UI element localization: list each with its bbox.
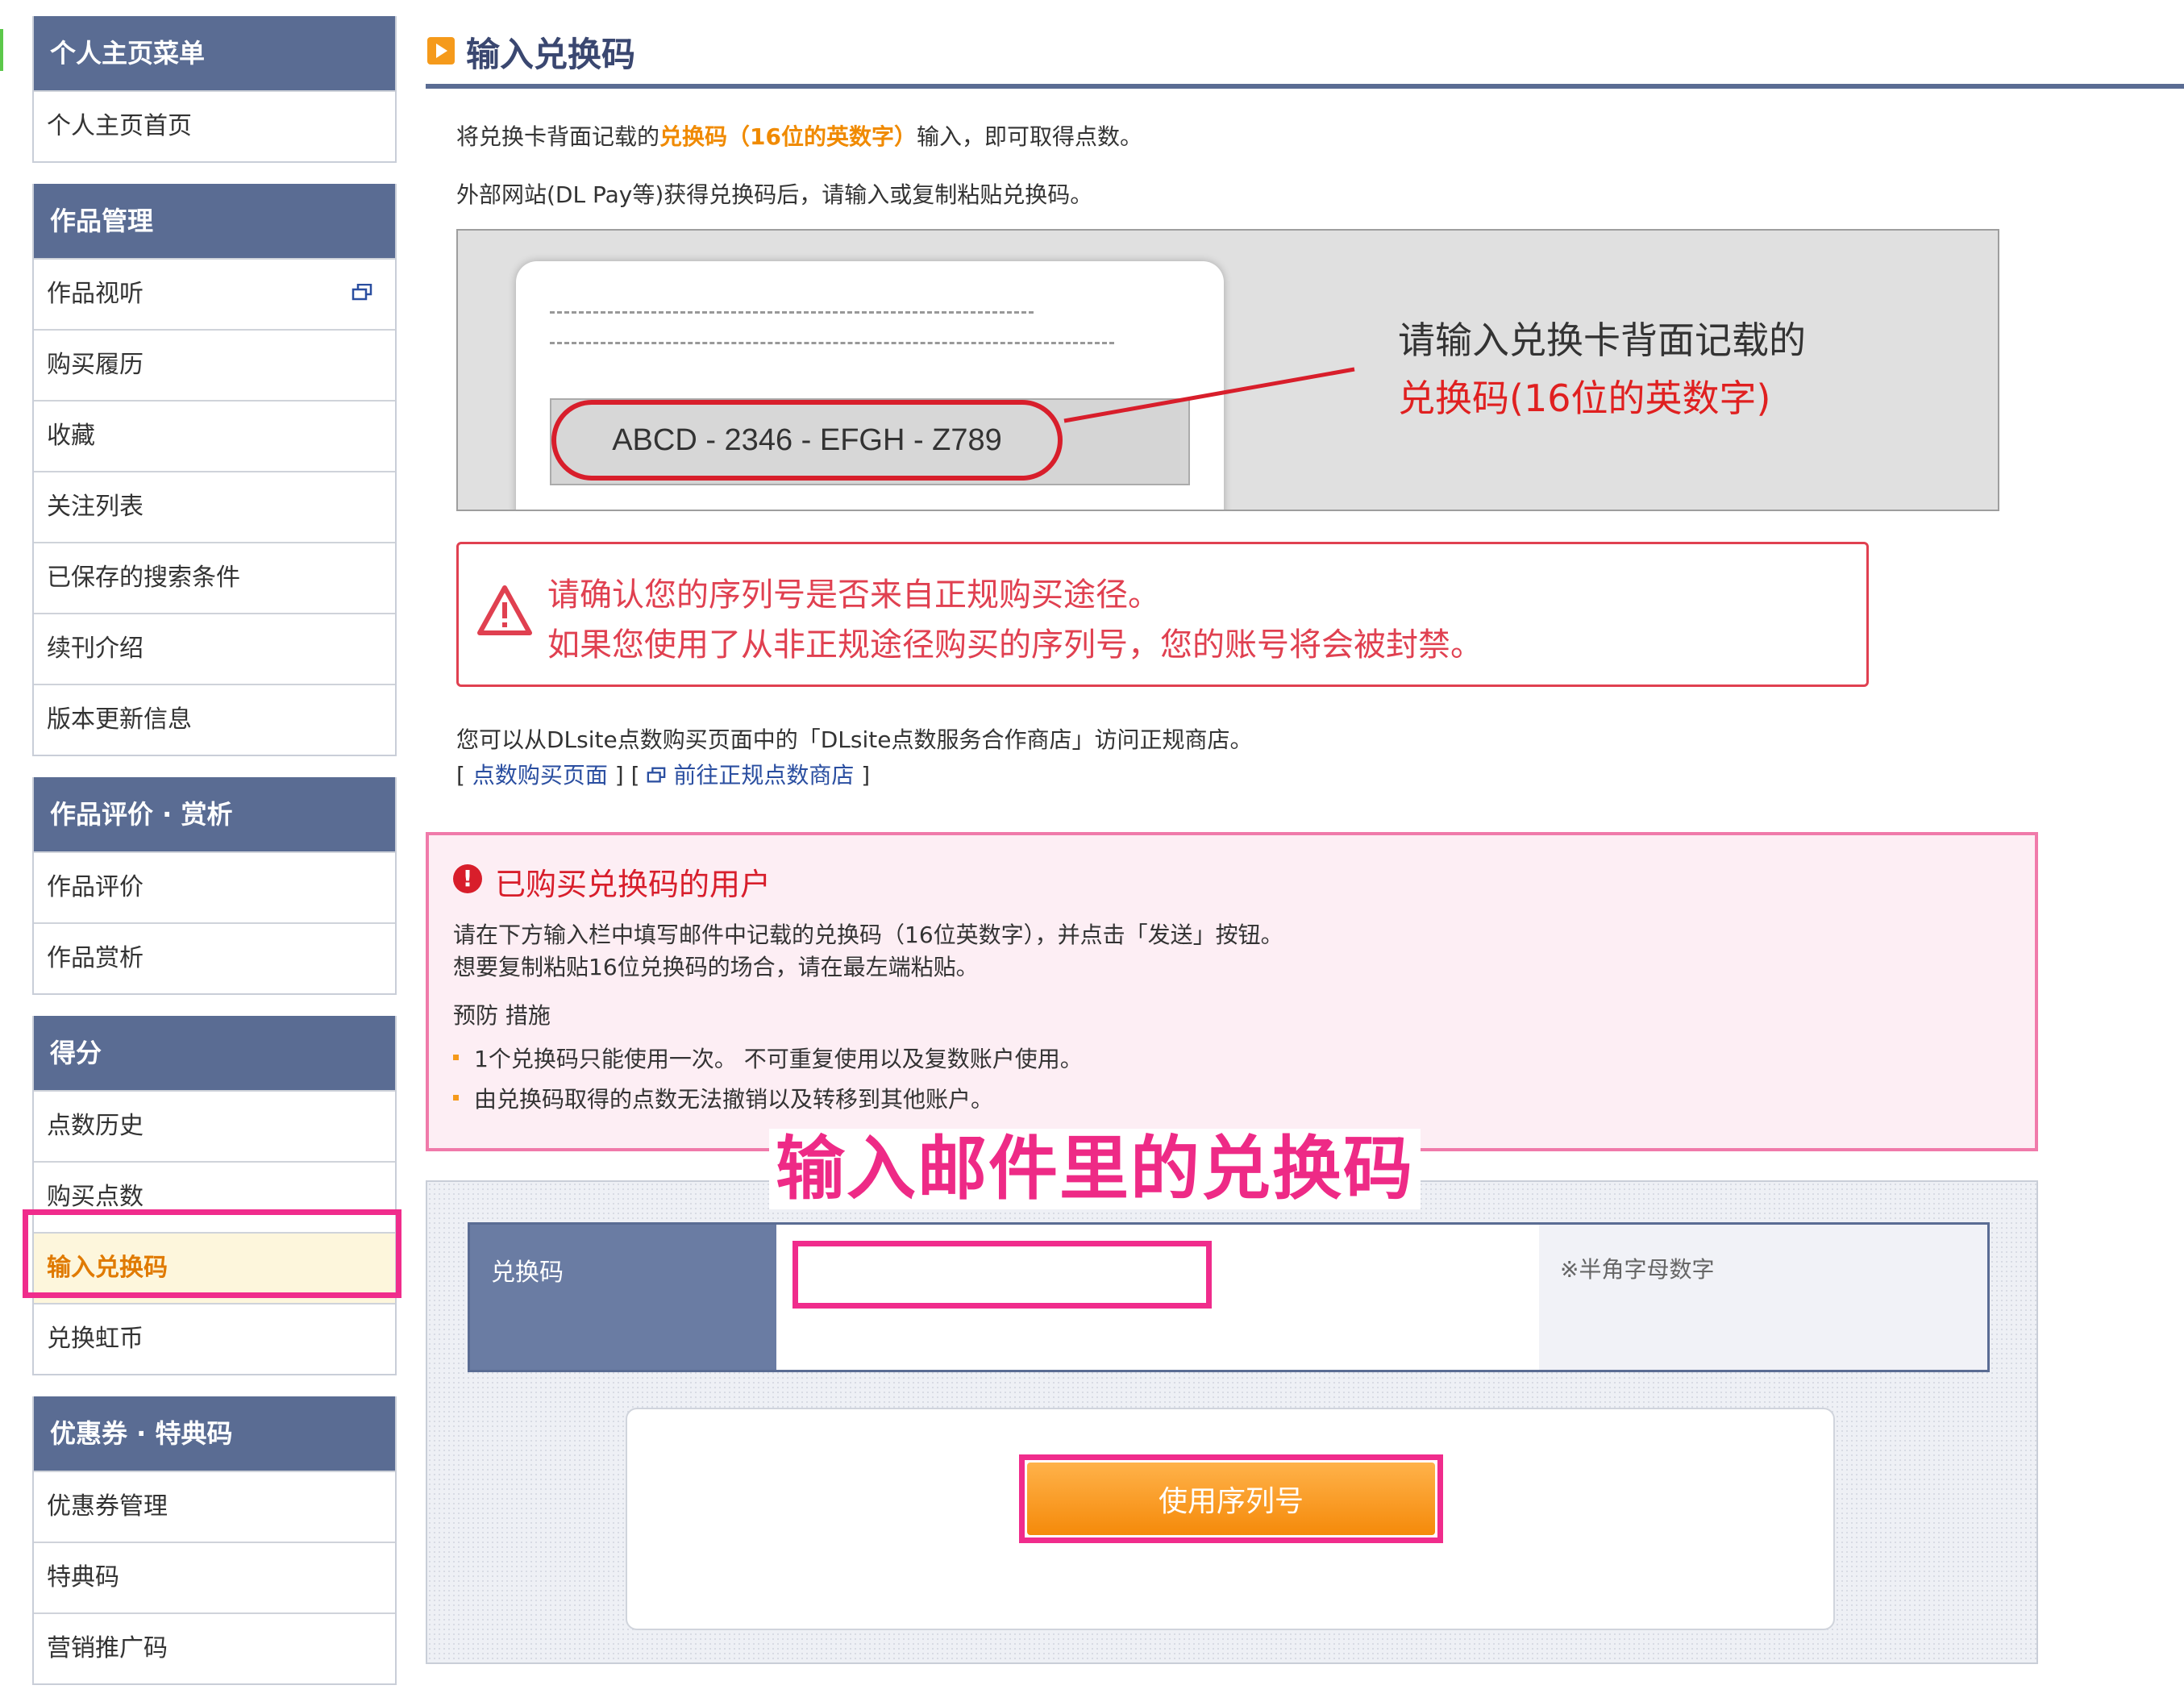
fraud-warning-box: 请确认您的序列号是否来自正规购买途径。 如果您使用了从非正规途径购买的序列号，您…	[456, 542, 1869, 687]
play-square-icon	[427, 37, 455, 64]
sidebar-header-review: 作品评价 · 赏析	[34, 777, 395, 851]
sidebar-item-bonus-code[interactable]: 特典码	[34, 1542, 395, 1612]
sidebar-item-version-updates[interactable]: 版本更新信息	[34, 684, 395, 755]
illustration-caption-2: 兑换码(16位的英数字)	[1398, 377, 1771, 420]
sidebar-item-points-history[interactable]: 点数历史	[34, 1090, 395, 1161]
sidebar-item-reviews[interactable]: 作品评价	[34, 851, 395, 922]
code-field-note: ※半角字母数字	[1539, 1225, 1987, 1370]
code-field-label: 兑换码	[470, 1225, 776, 1370]
sidebar-header-works: 作品管理	[34, 184, 395, 258]
sidebar-item-library[interactable]: 作品视听	[34, 258, 395, 329]
sidebar-item-sequels[interactable]: 续刊介绍	[34, 613, 395, 684]
sidebar-item-home[interactable]: 个人主页首页	[34, 90, 395, 161]
sidebar-item-appreciation[interactable]: 作品赏析	[34, 922, 395, 993]
external-window-icon	[352, 284, 372, 301]
sidebar-item-exchange-coins[interactable]: 兑换虹币	[34, 1303, 395, 1374]
annotation-callout: 输入邮件里的兑换码	[769, 1129, 1421, 1209]
page-title-bar: 输入兑换码	[426, 27, 2184, 89]
illustration-caption-1: 请输入兑换卡背面记载的	[1398, 318, 1806, 362]
sidebar-section-points: 得分 点数历史 购买点数 输入兑换码 兑换虹币	[32, 1016, 397, 1375]
warning-line-2: 如果您使用了从非正规途径购买的序列号，您的账号将会被封禁。	[547, 626, 1483, 664]
notice-bullet: 1个兑换码只能使用一次。 不可重复使用以及复数账户使用。	[453, 1042, 1083, 1074]
notice-line-1: 请在下方输入栏中填写邮件中记载的兑换码（16位英数字），并点击「发送」按钮。	[453, 922, 1283, 948]
sidebar-item-coupon-management[interactable]: 优惠券管理	[34, 1471, 395, 1542]
sidebar-header-points: 得分	[34, 1016, 395, 1090]
active-item-highlight	[23, 1209, 401, 1298]
notice-bullet-text: 1个兑换码只能使用一次。 不可重复使用以及复数账户使用。	[474, 1046, 1083, 1072]
sidebar-item-label: 作品视听	[47, 280, 144, 308]
intro-highlight: 兑换码（16位的英数字）	[659, 123, 917, 150]
official-store-link[interactable]: 前往正规点数商店	[673, 762, 854, 789]
warning-line-1: 请确认您的序列号是否来自正规购买途径。	[547, 576, 1160, 614]
intro-text-2: 外部网站(DL Pay等)获得兑换码后，请输入或复制粘贴兑换码。	[456, 181, 1093, 208]
code-field-row: 兑换码 ※半角字母数字	[468, 1222, 1990, 1372]
code-entry-form: 兑换码 ※半角字母数字 使用序列号	[426, 1180, 2038, 1664]
sidebar-item-promo-code[interactable]: 营销推广码	[34, 1612, 395, 1683]
submit-panel: 使用序列号	[626, 1408, 1835, 1630]
sidebar-item-purchase-history[interactable]: 购买履历	[34, 329, 395, 400]
use-serial-button[interactable]: 使用序列号	[1027, 1463, 1435, 1535]
code-input[interactable]	[792, 1241, 1212, 1309]
sidebar-item-saved-search[interactable]: 已保存的搜索条件	[34, 542, 395, 613]
warning-triangle-icon	[477, 585, 532, 635]
edge-accent	[0, 29, 3, 71]
buy-points-link[interactable]: 点数购买页面	[472, 762, 608, 789]
code-illustration: ABCD - 2346 - EFGH - Z789 请输入兑换卡背面记载的 兑换…	[456, 229, 1999, 511]
main-content: 输入兑换码 将兑换卡背面记载的兑换码（16位的英数字）输入，即可取得点数。 外部…	[426, 0, 2184, 1680]
sidebar-section-personal: 个人主页菜单 个人主页首页	[32, 16, 397, 163]
sidebar-section-review: 作品评价 · 赏析 作品评价 作品赏析	[32, 777, 397, 995]
sidebar-section-works: 作品管理 作品视听 购买履历 收藏 关注列表 已保存的搜索条件 续刊介绍 版本更…	[32, 184, 397, 756]
sidebar: 个人主页菜单 个人主页首页 作品管理 作品视听 购买履历 收藏 关注列表 已保存…	[32, 16, 397, 1706]
store-links: [ 点数购买页面 ] [ 前往正规点数商店 ]	[456, 762, 871, 789]
notice-subtitle: 预防 措施	[453, 1002, 551, 1029]
notice-line-2: 想要复制粘贴16位兑换码的场合，请在最左端粘贴。	[453, 954, 979, 980]
sidebar-item-follow-list[interactable]: 关注列表	[34, 471, 395, 542]
alert-circle-icon: !	[453, 864, 482, 893]
page-title: 输入兑换码	[466, 35, 636, 74]
sidebar-section-coupons: 优惠券 · 特典码 优惠券管理 特典码 营销推广码	[32, 1396, 397, 1685]
notice-bullet-text: 由兑换码取得的点数无法撤销以及转移到其他账户。	[474, 1086, 994, 1113]
purchased-code-notice: ! 已购买兑换码的用户 请在下方输入栏中填写邮件中记载的兑换码（16位英数字），…	[426, 832, 2038, 1151]
sidebar-header-personal: 个人主页菜单	[34, 16, 395, 90]
notice-title: 已购买兑换码的用户	[495, 867, 772, 902]
notice-bullet: 由兑换码取得的点数无法撤销以及转移到其他账户。	[453, 1082, 993, 1114]
intro-text: 将兑换卡背面记载的兑换码（16位的英数字）输入，即可取得点数。	[456, 119, 1142, 152]
sidebar-item-favorites[interactable]: 收藏	[34, 400, 395, 471]
external-window-icon	[647, 767, 666, 783]
intro-after: 输入，即可取得点数。	[916, 123, 1142, 150]
intro-before: 将兑换卡背面记载的	[456, 123, 660, 150]
store-info-text: 您可以从DLsite点数购买页面中的「DLsite点数服务合作商店」访问正规商店…	[456, 726, 1253, 753]
sidebar-header-coupons: 优惠券 · 特典码	[34, 1396, 395, 1471]
